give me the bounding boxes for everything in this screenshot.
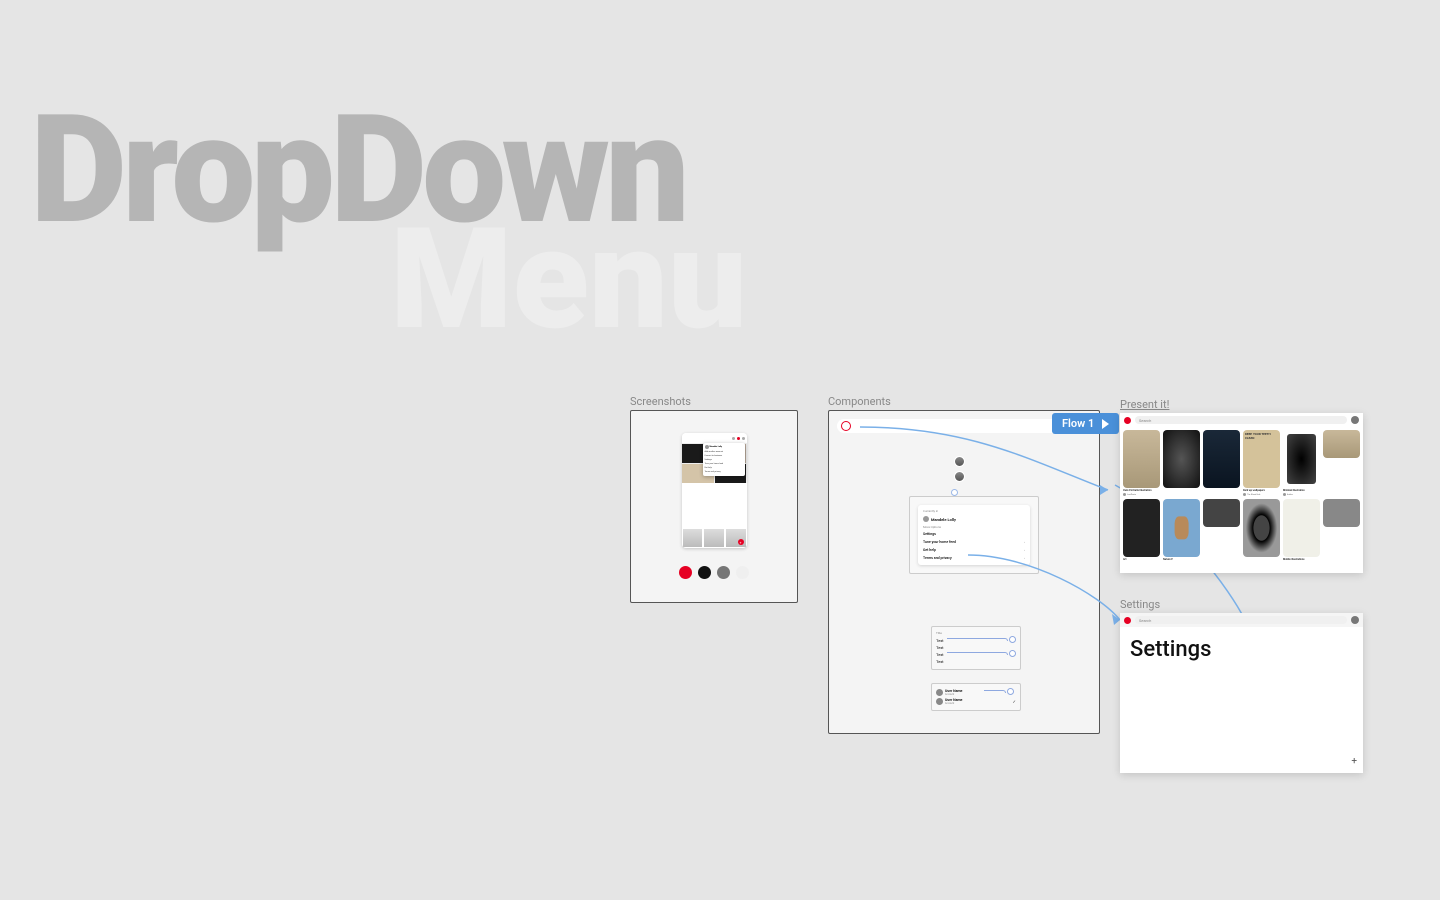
avatar-icon (936, 689, 943, 696)
avatar-icon[interactable] (1351, 616, 1359, 624)
screenshots-frame[interactable]: Mandele Lolly Add another account Conver… (630, 410, 798, 603)
dropdown-item-help[interactable]: Get help› (921, 546, 1027, 554)
chevron-right-icon: › (1024, 548, 1025, 552)
plus-icon[interactable]: + (1351, 756, 1357, 767)
components-label: Components (828, 395, 891, 408)
settings-label: Settings (1120, 598, 1160, 611)
dropdown-item-settings[interactable]: Settings (921, 530, 1027, 538)
present-header: Search (1120, 413, 1363, 427)
dropdown-user-row[interactable]: Mandele Lolly (921, 514, 1027, 524)
user-variants-component[interactable]: User Name Account User Name Account ✓ (931, 683, 1021, 711)
phone-menu-overlay: Mandele Lolly Add another account Conver… (703, 443, 745, 476)
dropdown-item-tune[interactable]: Tune your home feed› (921, 538, 1027, 546)
phone-mockup: Mandele Lolly Add another account Conver… (682, 433, 747, 548)
components-frame[interactable]: Currently in Mandele Lolly More Options … (828, 410, 1100, 734)
pin-masonry: Owls Portraits IllustrationJustPosts KEE… (1120, 427, 1363, 565)
plus-icon: + (738, 539, 744, 545)
flow-label[interactable]: Flow 1 (1052, 413, 1119, 434)
chevron-right-icon: › (1024, 556, 1025, 560)
chevron-right-icon: › (1024, 540, 1025, 544)
avatar-icon[interactable] (1351, 416, 1359, 424)
swatch-light (736, 566, 749, 579)
avatar-icon (936, 698, 943, 705)
check-icon: ✓ (1013, 699, 1016, 704)
swatch-red (679, 566, 692, 579)
pinterest-logo-icon (1124, 417, 1131, 424)
present-label: Present it! (1120, 398, 1169, 411)
color-swatches (679, 566, 749, 579)
avatar-icon (954, 471, 965, 482)
settings-frame[interactable]: Search Settings + (1120, 613, 1363, 773)
settings-page-title: Settings (1120, 627, 1363, 672)
search-input[interactable]: Search (1135, 416, 1347, 424)
avatar-variant-stack (954, 456, 965, 482)
pinterest-logo-icon (1124, 617, 1131, 624)
dropdown-component[interactable]: Currently in Mandele Lolly More Options … (909, 496, 1039, 574)
settings-header: Search (1120, 613, 1363, 627)
text-variants-component[interactable]: Title Text Text Text Text (931, 626, 1021, 670)
hero-subtitle: Menu (390, 210, 747, 350)
present-frame[interactable]: Search Owls Portraits IllustrationJustPo… (1120, 413, 1363, 573)
avatar-icon (923, 516, 929, 522)
search-icon (841, 421, 851, 431)
swatch-black (698, 566, 711, 579)
play-icon (1102, 419, 1109, 429)
swatch-gray (717, 566, 730, 579)
avatar-icon (954, 456, 965, 467)
dropdown-item-terms[interactable]: Terms and privacy› (921, 554, 1027, 562)
search-input[interactable]: Search (1135, 616, 1347, 624)
screenshots-label: Screenshots (630, 395, 691, 408)
